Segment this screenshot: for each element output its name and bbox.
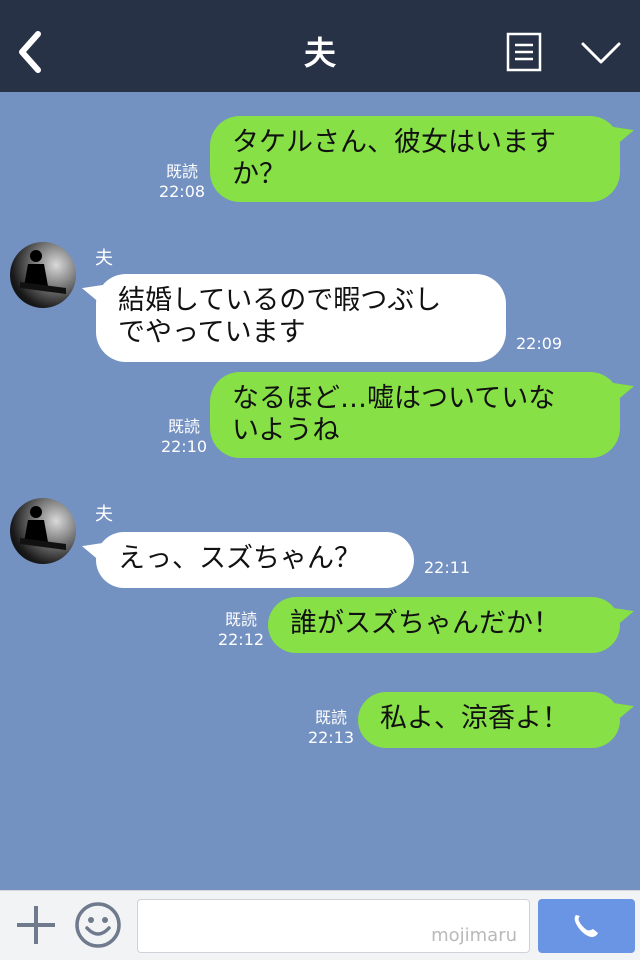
smiley-icon[interactable] — [74, 901, 122, 949]
chevron-down-icon[interactable] — [580, 38, 622, 68]
read-receipt: 既読 22:12 — [217, 610, 265, 649]
back-chevron-icon[interactable] — [14, 30, 46, 74]
message-input[interactable]: mojimaru — [137, 899, 530, 953]
read-receipt: 既読 22:08 — [158, 162, 206, 201]
header-bar: 夫 — [0, 0, 640, 92]
plus-icon[interactable] — [14, 903, 58, 947]
message-time: 22:11 — [424, 558, 471, 577]
call-button[interactable] — [538, 899, 635, 953]
sender-name: 夫 — [95, 504, 113, 525]
message-bubble-outgoing[interactable]: 誰がスズちゃんだか！ — [268, 597, 620, 653]
sender-name: 夫 — [95, 248, 113, 269]
message-bubble-outgoing[interactable]: 私よ、涼香よ！ — [358, 692, 620, 748]
watermark-text: mojimaru — [431, 925, 517, 946]
avatar-silhouette-icon — [20, 250, 66, 294]
avatar-silhouette-icon — [20, 506, 66, 550]
avatar[interactable] — [10, 498, 76, 564]
avatar[interactable] — [10, 242, 76, 308]
read-receipt: 既読 22:10 — [160, 417, 208, 456]
message-time: 22:09 — [516, 334, 563, 353]
message-bubble-incoming[interactable]: えっ、スズちゃん？ — [96, 532, 414, 588]
list-menu-icon[interactable] — [506, 32, 542, 72]
message-bubble-incoming[interactable]: 結婚しているので暇つぶし でやっています — [96, 274, 506, 362]
chat-title: 夫 — [303, 34, 336, 72]
message-bubble-outgoing[interactable]: なるほど…嘘はついていな いようね — [210, 372, 620, 458]
input-bar: mojimaru — [0, 890, 640, 960]
phone-icon — [574, 915, 598, 937]
chat-area[interactable]: 既読 22:08 タケルさん、彼女はいます か？ 夫 結婚しているので暇つぶし … — [0, 92, 640, 890]
message-bubble-outgoing[interactable]: タケルさん、彼女はいます か？ — [210, 116, 620, 202]
read-receipt: 既読 22:13 — [307, 708, 355, 747]
